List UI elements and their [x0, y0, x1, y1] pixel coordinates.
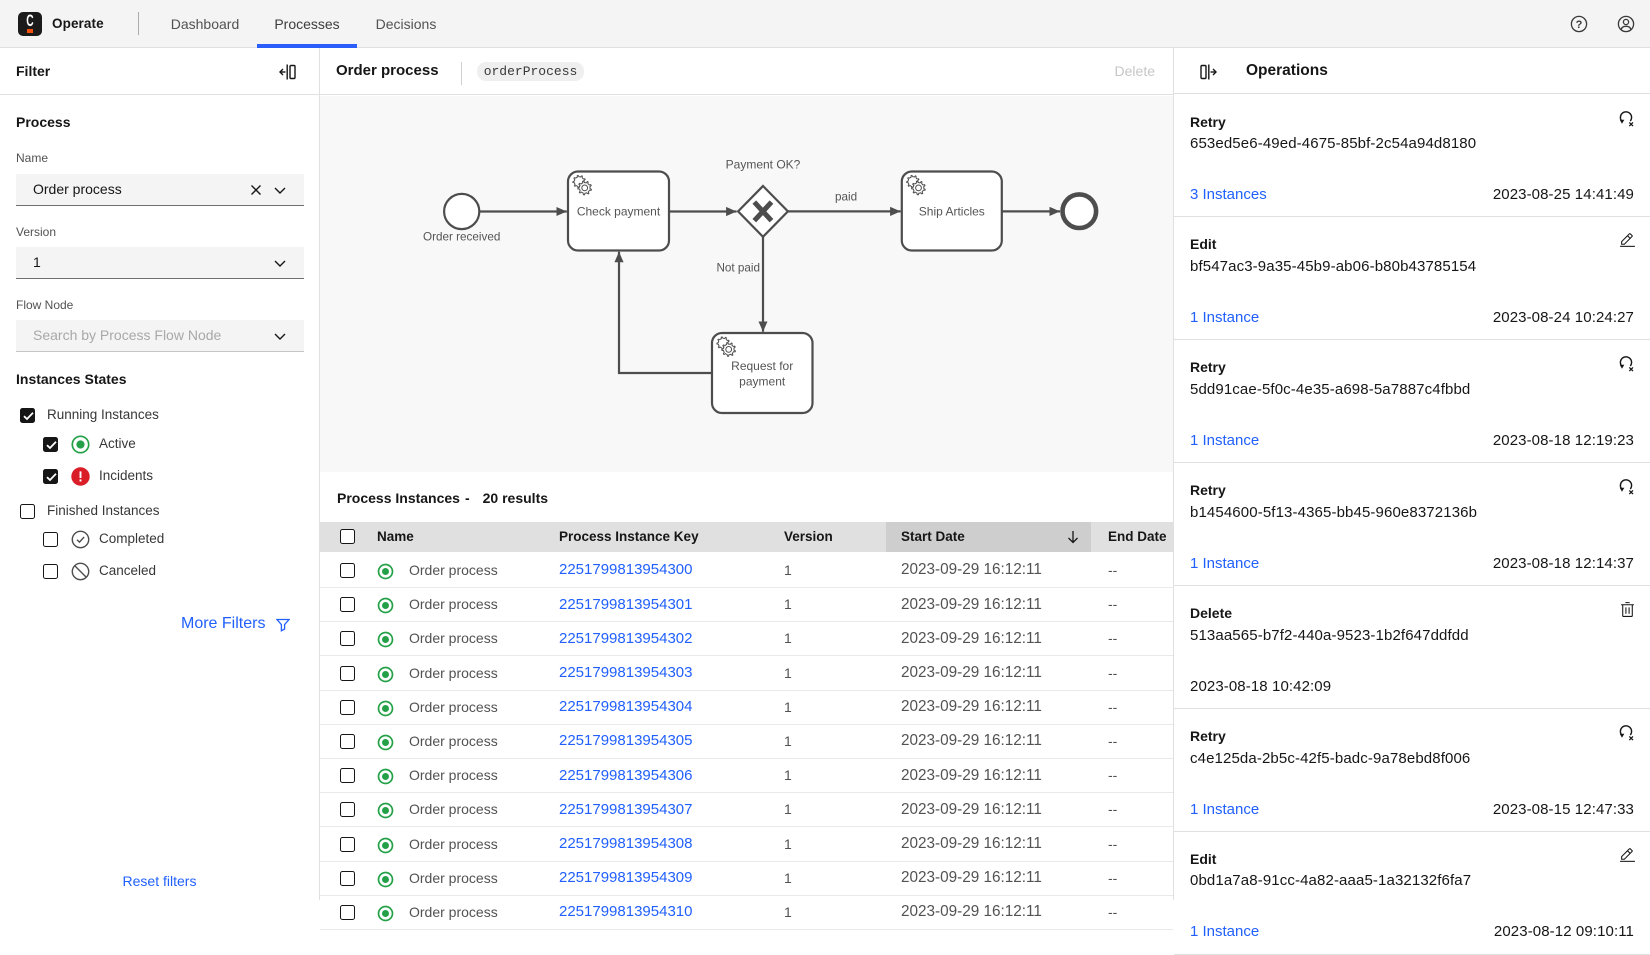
svg-text:Payment OK?: Payment OK? — [726, 158, 801, 172]
svg-text:paid: paid — [835, 191, 857, 204]
svg-text:?: ? — [1576, 19, 1583, 31]
svg-text:Order received: Order received — [423, 231, 500, 244]
svg-text:Request for: Request for — [731, 359, 793, 373]
svg-text:Check payment: Check payment — [577, 205, 661, 219]
svg-text:payment: payment — [739, 375, 786, 389]
svg-text:Not paid: Not paid — [716, 262, 760, 275]
svg-text:Ship Articles: Ship Articles — [919, 205, 985, 219]
